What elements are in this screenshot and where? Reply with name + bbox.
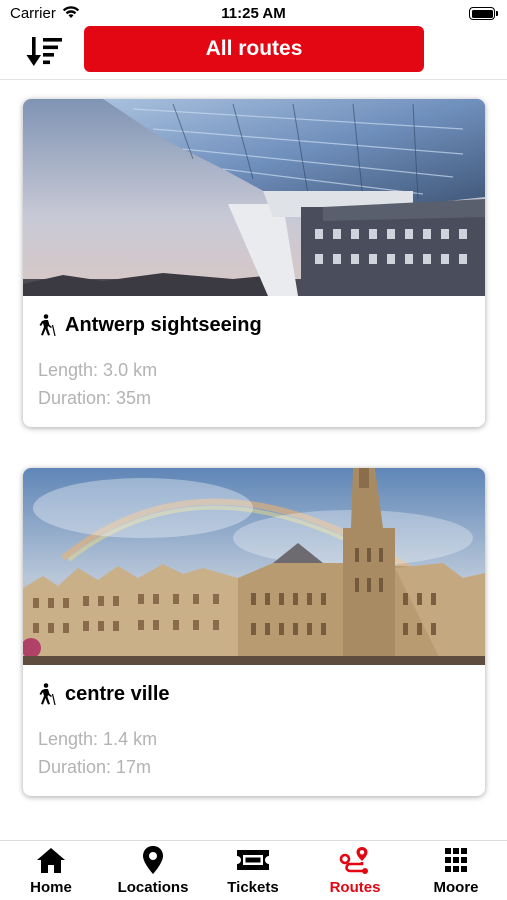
tab-home[interactable]: Home (1, 841, 101, 900)
route-meta: Length: 1.4 km Duration: 17m (38, 725, 470, 781)
clock: 11:25 AM (221, 5, 286, 22)
routes-screen: Carrier 11:25 AM All routes Antwerp sigh… (0, 0, 507, 900)
route-image (23, 468, 485, 665)
route-duration: Duration: 35m (38, 388, 152, 408)
walking-icon (39, 683, 56, 705)
route-title-row: Antwerp sightseeing (38, 313, 470, 337)
tab-label: Locations (117, 879, 189, 896)
tab-bar: Home Locations Tickets Routes Moore (0, 840, 507, 900)
ticket-icon (237, 850, 269, 870)
sort-descending-icon[interactable] (26, 34, 64, 70)
tab-label: Moore (433, 879, 479, 896)
route-card-body: centre ville Length: 1.4 km Duration: 17… (23, 665, 485, 781)
tab-routes[interactable]: Routes (305, 841, 405, 900)
route-icon (339, 847, 368, 874)
walking-icon (39, 314, 56, 336)
route-meta: Length: 3.0 km Duration: 35m (38, 356, 470, 412)
route-name: centre ville (65, 682, 170, 705)
tab-tickets[interactable]: Tickets (203, 841, 303, 900)
route-length: Length: 1.4 km (38, 729, 158, 749)
tab-label: Routes (329, 879, 381, 896)
all-routes-button[interactable]: All routes (84, 26, 424, 72)
route-card-body: Antwerp sightseeing Length: 3.0 km Durat… (23, 296, 485, 412)
route-duration: Duration: 17m (38, 757, 152, 777)
tab-label: Tickets (227, 879, 279, 896)
grid-icon (445, 848, 467, 872)
route-card[interactable]: Antwerp sightseeing Length: 3.0 km Durat… (23, 99, 485, 427)
home-icon (37, 848, 65, 873)
route-length: Length: 3.0 km (38, 360, 158, 380)
route-title-row: centre ville (38, 682, 470, 706)
battery-icon (469, 7, 498, 20)
top-bar: All routes (0, 26, 507, 80)
route-name: Antwerp sightseeing (65, 313, 262, 336)
location-pin-icon (143, 846, 163, 874)
tab-more[interactable]: Moore (406, 841, 506, 900)
route-image (23, 99, 485, 296)
status-bar: Carrier 11:25 AM (0, 0, 507, 26)
tab-locations[interactable]: Locations (103, 841, 203, 900)
tab-label: Home (30, 879, 72, 896)
route-card[interactable]: centre ville Length: 1.4 km Duration: 17… (23, 468, 485, 796)
